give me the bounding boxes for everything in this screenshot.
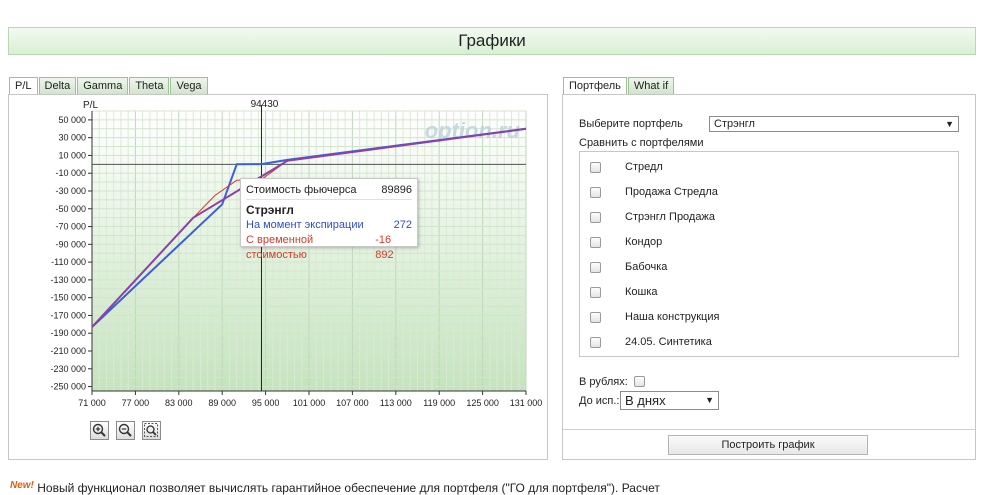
list-item: Наша конструкция <box>580 308 719 326</box>
list-item: 24.05. Синтетика <box>580 333 712 351</box>
compare-checkbox-2[interactable] <box>590 211 601 223</box>
tooltip-futures-label: Стоимость фьючерса <box>246 184 357 196</box>
list-item: Кондор <box>580 233 662 251</box>
rubles-checkbox[interactable] <box>634 376 645 387</box>
x-tick-label: 101 000 <box>293 398 326 408</box>
zoom-reset-button[interactable] <box>142 421 161 440</box>
current-price-label: 94430 <box>251 99 279 110</box>
x-tick-label: 131 000 <box>510 398 543 408</box>
x-tick-label: 83 000 <box>165 398 193 408</box>
zoom-out-icon <box>118 423 132 437</box>
compare-label: Сравнить с портфелями <box>579 137 704 149</box>
expiry-label: До исп.: <box>579 395 620 407</box>
list-item: Продажа Стредла <box>580 183 718 201</box>
compare-checkbox-4[interactable] <box>590 261 601 273</box>
compare-item-label: Стрэнгл Продажа <box>625 211 715 223</box>
portfolio-select[interactable]: Стрэнгл ▼ <box>709 116 959 132</box>
tooltip-expiry-label: На момент экспирации <box>246 219 364 231</box>
new-badge: New! <box>10 480 34 491</box>
y-tick-label: -250 000 <box>50 382 86 392</box>
compare-item-label: Кондор <box>625 236 663 248</box>
y-tick-label: -90 000 <box>55 239 86 249</box>
divider <box>563 429 975 430</box>
list-item: Стредл <box>580 158 663 176</box>
tooltip-futures-row: Стоимость фьючерса 89896 <box>246 183 412 198</box>
x-tick-label: 107 000 <box>336 398 369 408</box>
y-tick-label: -230 000 <box>50 364 86 374</box>
portfolio-select-value: Стрэнгл <box>714 118 755 130</box>
y-axis-label: P/L <box>83 100 98 111</box>
y-tick-label: -170 000 <box>50 310 86 320</box>
compare-item-label: Стредл <box>625 161 663 173</box>
rubles-label: В рублях: <box>579 376 628 388</box>
y-tick-label: -50 000 <box>55 204 86 214</box>
chevron-down-icon: ▼ <box>945 119 954 129</box>
build-chart-button[interactable]: Построить график <box>668 435 868 455</box>
x-tick-label: 77 000 <box>122 398 150 408</box>
list-item: Кошка <box>580 283 658 301</box>
tooltip-time-value: -16 892 <box>375 234 394 261</box>
compare-item-label: Бабочка <box>625 261 668 273</box>
y-tick-label: -210 000 <box>50 346 86 356</box>
tooltip-portfolio-name: Стрэнгл <box>246 203 294 217</box>
list-item: Стрэнгл Продажа <box>580 208 715 226</box>
compare-checkbox-5[interactable] <box>590 286 601 298</box>
tooltip-time-label: С временной стоимостью <box>246 234 314 261</box>
y-tick-label: -10 000 <box>55 168 86 178</box>
x-tick-label: 113 000 <box>380 398 412 408</box>
compare-checkbox-6[interactable] <box>590 311 601 323</box>
x-tick-label: 71 000 <box>78 398 106 408</box>
zoom-fit-icon <box>144 423 158 437</box>
x-tick-label: 119 000 <box>423 398 455 408</box>
compare-item-label: Наша конструкция <box>625 311 720 323</box>
x-tick-label: 95 000 <box>252 398 280 408</box>
y-tick-label: -30 000 <box>55 186 86 196</box>
y-tick-label: -190 000 <box>50 328 86 338</box>
zoom-in-icon <box>92 423 106 437</box>
compare-checkbox-0[interactable] <box>590 161 601 173</box>
grid <box>91 110 527 391</box>
y-tick-label: 30 000 <box>58 133 86 143</box>
list-item: Бабочка <box>580 258 667 276</box>
compare-checkbox-3[interactable] <box>590 236 601 248</box>
footer-text: Новый функционал позволяет вычислять гар… <box>37 481 660 495</box>
tooltip-expiry-row: На момент экспирации 272 <box>246 218 412 233</box>
y-tick-label: 10 000 <box>58 150 86 160</box>
compare-checkbox-1[interactable] <box>590 186 601 198</box>
chart-tooltip: Стоимость фьючерса 89896 Стрэнгл На моме… <box>240 178 418 261</box>
y-tick-label: 50 000 <box>58 115 86 125</box>
tooltip-futures-value: 89896 <box>381 184 412 196</box>
footer-note: New! Новый функционал позволяет вычислят… <box>10 480 660 495</box>
compare-item-label: Кошка <box>625 286 658 298</box>
compare-item-label: Продажа Стредла <box>625 186 718 198</box>
y-tick-label: -150 000 <box>50 293 86 303</box>
expiry-select[interactable]: В днях ▼ <box>620 391 719 410</box>
x-tick-label: 125 000 <box>466 398 499 408</box>
chevron-down-icon: ▼ <box>705 395 714 405</box>
compare-list: Стредл Продажа Стредла Стрэнгл Продажа К… <box>579 151 959 357</box>
compare-item-label: 24.05. Синтетика <box>625 336 712 348</box>
tooltip-time-row: С временной стоимостью -16 892 <box>246 233 412 261</box>
y-tick-label: -130 000 <box>50 275 86 285</box>
tooltip-expiry-value: 272 <box>393 219 412 231</box>
compare-checkbox-7[interactable] <box>590 336 601 348</box>
expiry-select-value: В днях <box>625 393 666 408</box>
select-portfolio-label: Выберите портфель <box>579 118 683 130</box>
zoom-out-button[interactable] <box>116 421 135 440</box>
x-tick-label: 89 000 <box>208 398 236 408</box>
y-tick-label: -70 000 <box>55 222 86 232</box>
y-tick-label: -110 000 <box>51 257 86 267</box>
zoom-in-button[interactable] <box>90 421 109 440</box>
